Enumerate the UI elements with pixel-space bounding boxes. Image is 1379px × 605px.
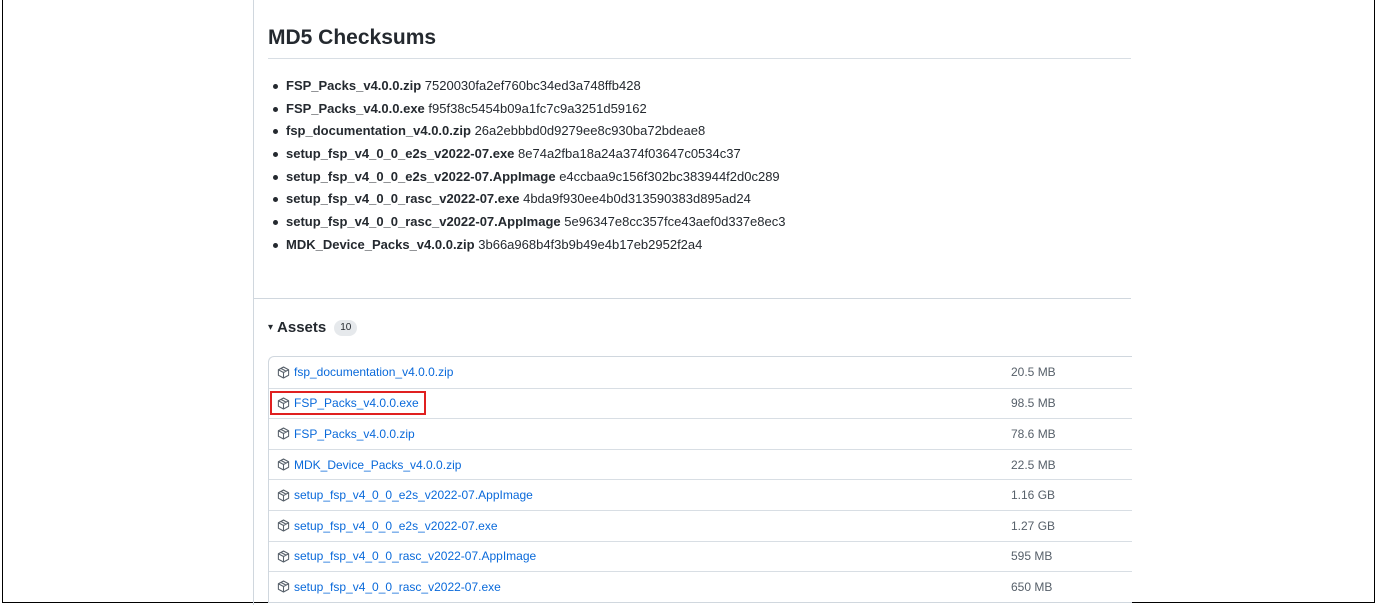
checksum-hash: 4bda9f930ee4b0d313590383d895ad24 (523, 191, 751, 207)
bullet (273, 152, 278, 158)
release-content: MD5 Checksums FSP_Packs_v4.0.0.zip 75200… (253, 0, 1132, 605)
package-icon (277, 397, 290, 410)
asset-row: MDK_Device_Packs_v4.0.0.zip 22.5 MB (269, 448, 1132, 480)
asset-size: 20.5 MB (1011, 365, 1056, 380)
asset-name: setup_fsp_v4_0_0_e2s_v2022-07.exe (294, 518, 498, 533)
bullet (273, 174, 278, 180)
title-divider (268, 58, 1131, 59)
asset-name: setup_fsp_v4_0_0_rasc_v2022-07.exe (294, 579, 501, 594)
checksum-item: setup_fsp_v4_0_0_rasc_v2022-07.AppImage … (270, 211, 785, 234)
checksums-title: MD5 Checksums (268, 26, 437, 49)
asset-name: MDK_Device_Packs_v4.0.0.zip (294, 457, 462, 472)
checksum-list: FSP_Packs_v4.0.0.zip 7520030fa2ef760bc34… (270, 75, 785, 257)
checksum-item: FSP_Packs_v4.0.0.zip 7520030fa2ef760bc34… (270, 75, 785, 98)
bullet (273, 242, 278, 248)
checksum-filename: fsp_documentation_v4.0.0.zip (286, 123, 471, 139)
asset-download-link[interactable]: fsp_documentation_v4.0.0.zip (273, 363, 457, 381)
asset-size: 78.6 MB (1011, 426, 1056, 441)
asset-size: 98.5 MB (1011, 396, 1056, 411)
checksum-hash: 26a2ebbbd0d9279ee8c930ba72bdeae8 (474, 123, 706, 139)
asset-name: FSP_Packs_v4.0.0.exe (294, 396, 419, 411)
asset-row: setup_fsp_v4_0_0_rasc_v2022-07.AppImage … (269, 540, 1132, 572)
asset-download-link[interactable]: setup_fsp_v4_0_0_e2s_v2022-07.AppImage (273, 486, 537, 504)
package-icon (277, 458, 290, 471)
checksum-item: MDK_Device_Packs_v4.0.0.zip 3b66a968b4f3… (270, 234, 785, 257)
asset-download-link[interactable]: setup_fsp_v4_0_0_rasc_v2022-07.exe (273, 578, 505, 596)
bullet (273, 129, 278, 135)
caret-down-icon: ▾ (268, 322, 274, 333)
checksum-hash: 8e74a2fba18a24a374f03647c0534c37 (518, 146, 741, 162)
asset-name: FSP_Packs_v4.0.0.zip (294, 426, 415, 441)
package-icon (277, 519, 290, 532)
assets-toggle[interactable]: ▾ Assets 10 (268, 319, 358, 336)
asset-download-link[interactable]: FSP_Packs_v4.0.0.exe (270, 391, 426, 416)
asset-size: 1.27 GB (1011, 518, 1056, 533)
checksum-hash: 5e96347e8cc357fce43aef0d337e8ec3 (564, 214, 786, 230)
asset-download-link[interactable]: FSP_Packs_v4.0.0.zip (273, 425, 419, 443)
checksum-filename: FSP_Packs_v4.0.0.exe (286, 100, 425, 116)
checksum-filename: FSP_Packs_v4.0.0.zip (286, 78, 422, 93)
checksum-item: FSP_Packs_v4.0.0.exe f95f38c5454b09a1fc7… (270, 98, 785, 121)
checksum-item: setup_fsp_v4_0_0_e2s_v2022-07.exe 8e74a2… (270, 143, 785, 166)
checksum-hash: 3b66a968b4f3b9b49e4b17eb2952f2a4 (478, 236, 703, 252)
asset-size: 22.5 MB (1011, 457, 1056, 472)
asset-row: setup_fsp_v4_0_0_e2s_v2022-07.AppImage 1… (269, 479, 1132, 510)
asset-row: FSP_Packs_v4.0.0.exe 98.5 MB (269, 387, 1132, 419)
checksum-hash: f95f38c5454b09a1fc7c9a3251d59162 (428, 100, 647, 116)
asset-row: setup_fsp_v4_0_0_rasc_v2022-07.exe 650 M… (269, 571, 1132, 602)
package-icon (277, 427, 290, 441)
asset-download-link[interactable]: MDK_Device_Packs_v4.0.0.zip (273, 456, 465, 474)
checksum-hash: e4ccbaa9c156f302bc383944f2d0c289 (559, 168, 780, 184)
asset-size: 595 MB (1011, 549, 1053, 564)
bullet (273, 197, 278, 203)
checksum-filename: setup_fsp_v4_0_0_rasc_v2022-07.exe (286, 191, 520, 207)
bullet (273, 106, 278, 112)
asset-name: setup_fsp_v4_0_0_rasc_v2022-07.AppImage (294, 549, 537, 564)
assets-heading: Assets (277, 319, 327, 336)
asset-row: fsp_documentation_v4.0.0.zip 20.5 MB (269, 357, 1132, 388)
bullet (273, 84, 278, 89)
package-icon (277, 580, 290, 594)
asset-download-link[interactable]: setup_fsp_v4_0_0_e2s_v2022-07.exe (273, 517, 502, 535)
checksum-hash: 7520030fa2ef760bc34ed3a748ffb428 (424, 78, 641, 93)
bullet (273, 220, 278, 226)
checksum-item: fsp_documentation_v4.0.0.zip 26a2ebbbd0d… (270, 120, 785, 143)
package-icon (277, 550, 290, 563)
checksum-filename: MDK_Device_Packs_v4.0.0.zip (286, 236, 475, 252)
asset-size: 650 MB (1011, 579, 1053, 594)
checksum-item: setup_fsp_v4_0_0_rasc_v2022-07.exe 4bda9… (270, 188, 785, 211)
asset-row: setup_fsp_v4_0_0_e2s_v2022-07.exe 1.27 G… (269, 509, 1132, 541)
checksum-item: setup_fsp_v4_0_0_e2s_v2022-07.AppImage e… (270, 166, 785, 189)
package-icon (277, 366, 290, 379)
asset-size: 1.16 GB (1011, 488, 1056, 503)
section-divider (254, 298, 1131, 299)
checksum-filename: setup_fsp_v4_0_0_e2s_v2022-07.exe (286, 146, 515, 162)
asset-name: setup_fsp_v4_0_0_e2s_v2022-07.AppImage (294, 488, 533, 503)
checksum-filename: setup_fsp_v4_0_0_rasc_v2022-07.AppImage (286, 214, 561, 230)
asset-download-link[interactable]: setup_fsp_v4_0_0_rasc_v2022-07.AppImage (273, 547, 540, 565)
package-icon (277, 489, 290, 502)
checksum-filename: setup_fsp_v4_0_0_e2s_v2022-07.AppImage (286, 168, 556, 184)
assets-count-badge: 10 (334, 319, 358, 336)
asset-row: FSP_Packs_v4.0.0.zip 78.6 MB (269, 418, 1132, 449)
asset-name: fsp_documentation_v4.0.0.zip (294, 365, 454, 380)
assets-list: fsp_documentation_v4.0.0.zip 20.5 MB FSP… (268, 356, 1132, 603)
